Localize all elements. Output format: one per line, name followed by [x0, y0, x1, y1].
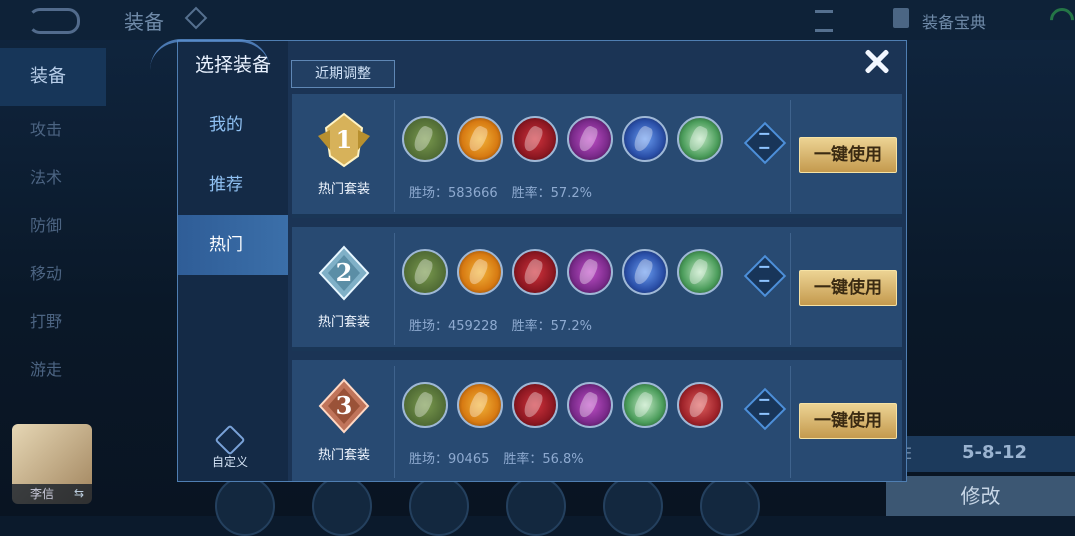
rank-number: 2: [335, 258, 353, 287]
dialog-title: 选择装备: [195, 54, 272, 76]
flame-blade-icon[interactable]: [457, 382, 503, 428]
equipment-slot[interactable]: [312, 476, 372, 536]
equipment-set: 2 热门套装 胜场：459228 胜率：57.2% 一键使用: [292, 227, 902, 351]
page-title: 装备: [124, 10, 164, 34]
rank-badge-icon: 3: [314, 376, 374, 436]
modify-button[interactable]: 修改: [886, 476, 1075, 516]
sidebar-item-attack[interactable]: 攻击: [0, 106, 106, 154]
equipment-set: 1 热门套装 胜场：583666 胜率：57.2% 一键使用: [292, 94, 902, 218]
equipment-slot[interactable]: [603, 476, 663, 536]
menu-icon[interactable]: [815, 10, 833, 32]
level-value: 5-8-12: [962, 442, 1028, 463]
crimson-sword-icon[interactable]: [512, 116, 558, 162]
equipment-slot[interactable]: [215, 476, 275, 536]
wins-count: 胜场：583666: [409, 186, 498, 201]
divider: [790, 233, 791, 345]
divider: [394, 100, 395, 212]
tab-popular[interactable]: 热门: [178, 215, 288, 275]
item-list: [402, 249, 723, 295]
equipment-set: 3 热门套装 胜场：90465 胜率：56.8% 一键使用: [292, 360, 902, 481]
silver-wing-icon[interactable]: [622, 382, 668, 428]
custom-label: 自定义: [211, 455, 248, 469]
close-icon[interactable]: [850, 39, 906, 83]
frost-blade-icon[interactable]: [622, 249, 668, 295]
list-icon[interactable]: [743, 387, 787, 431]
dark-armor-icon[interactable]: [567, 116, 613, 162]
item-list: [402, 382, 723, 428]
crimson-sword-icon[interactable]: [512, 249, 558, 295]
set-stats: 胜场：459228 胜率：57.2%: [409, 315, 606, 334]
divider: [394, 366, 395, 478]
set-stats: 胜场：90465 胜率：56.8%: [409, 448, 598, 467]
flame-blade-icon[interactable]: [457, 116, 503, 162]
sidebar-item-magic[interactable]: 法术: [0, 154, 106, 202]
divider: [394, 233, 395, 345]
background-sidebar: 装备 攻击 法术 防御 移动 打野 游走: [0, 48, 106, 408]
set-label: 热门套装: [317, 315, 370, 330]
sidebar-item-defense[interactable]: 防御: [0, 202, 106, 250]
sidebar-item-equipment[interactable]: 装备: [0, 48, 106, 106]
equipment-slot[interactable]: [506, 476, 566, 536]
divider: [790, 366, 791, 478]
boots-icon[interactable]: [402, 382, 448, 428]
select-equipment-dialog: 选择装备 我的 推荐 热门 自定义 近期调整 1 热门套装 胜场：583666 胜…: [150, 39, 907, 482]
tab-mine[interactable]: 我的: [178, 95, 288, 155]
silver-wing-icon[interactable]: [677, 249, 723, 295]
divider: [790, 100, 791, 212]
set-label: 热门套装: [317, 182, 370, 197]
silver-wing-icon[interactable]: [677, 116, 723, 162]
one-click-use-button[interactable]: 一键使用: [799, 137, 897, 173]
list-icon[interactable]: [743, 254, 787, 298]
boots-icon[interactable]: [402, 116, 448, 162]
frost-blade-icon[interactable]: [622, 116, 668, 162]
equipment-slot[interactable]: [700, 476, 760, 536]
back-icon[interactable]: [28, 8, 80, 34]
wins-count: 胜场：90465: [409, 452, 490, 467]
equipment-slot[interactable]: [409, 476, 469, 536]
one-click-use-button[interactable]: 一键使用: [799, 270, 897, 306]
boots-icon[interactable]: [402, 249, 448, 295]
rank-badge-icon: 1: [314, 110, 374, 170]
recent-changes-button[interactable]: 近期调整: [291, 60, 395, 88]
custom-button[interactable]: 自定义: [207, 424, 253, 470]
sidebar-item-roam[interactable]: 游走: [0, 346, 106, 394]
item-list: [402, 116, 723, 162]
crimson-sword-icon[interactable]: [512, 382, 558, 428]
red-gauntlet-icon[interactable]: [677, 382, 723, 428]
row-shadow: [292, 347, 902, 351]
one-click-use-button[interactable]: 一键使用: [799, 403, 897, 439]
tab-recommended[interactable]: 推荐: [178, 155, 288, 215]
wins-count: 胜场：459228: [409, 319, 498, 334]
win-rate: 胜率：57.2%: [511, 319, 592, 334]
row-shadow: [292, 214, 902, 218]
swap-icon[interactable]: ⇆: [74, 486, 84, 500]
codex-icon[interactable]: [893, 8, 909, 28]
set-stats: 胜场：583666 胜率：57.2%: [409, 182, 606, 201]
codex-link[interactable]: 装备宝典: [922, 9, 986, 33]
rank-badge-icon: 2: [314, 243, 374, 303]
dark-armor-icon[interactable]: [567, 382, 613, 428]
flame-blade-icon[interactable]: [457, 249, 503, 295]
rank-number: 1: [335, 125, 353, 154]
win-rate: 胜率：56.8%: [503, 452, 584, 467]
sidebar-item-jungle[interactable]: 打野: [0, 298, 106, 346]
set-label: 热门套装: [317, 448, 370, 463]
custom-icon: [214, 424, 246, 456]
sidebar-item-movement[interactable]: 移动: [0, 250, 106, 298]
dark-armor-icon[interactable]: [567, 249, 613, 295]
rank-number: 3: [335, 391, 353, 420]
list-icon[interactable]: [743, 121, 787, 165]
win-rate: 胜率：57.2%: [511, 186, 592, 201]
